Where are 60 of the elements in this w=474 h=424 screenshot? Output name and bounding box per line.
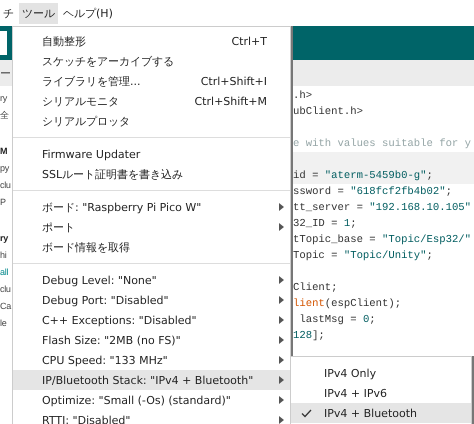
sidebar-text: 全 (0, 109, 9, 122)
submenu-arrow-icon (279, 296, 284, 304)
submenu-item[interactable]: IPv4 + IPv6 (291, 383, 471, 403)
menu-item[interactable]: ボード情報を取得 (13, 237, 290, 257)
code-line: 32_ID = 1; (293, 217, 358, 232)
sidebar-text: ry (0, 232, 8, 245)
sidebar-text: hi (0, 249, 6, 262)
code-line: tTopic_base = "Topic/Esp32/" (293, 233, 472, 248)
code-line: lastMsg = 0; (298, 313, 377, 328)
code-line: 128]; (293, 329, 326, 344)
menu-item[interactable]: Debug Level: "None" (13, 270, 290, 290)
menu-item[interactable]: 自動整形 Ctrl+T (13, 31, 290, 51)
sidebar-text: clu (0, 179, 11, 192)
code-line: e with values suitable for y (293, 137, 472, 152)
menu-item[interactable]: C++ Exceptions: "Disabled" (13, 310, 290, 330)
sidebar-text: py (0, 162, 9, 175)
logo-icon (0, 31, 7, 55)
submenu-item[interactable]: IPv4 Only (291, 363, 471, 383)
menu-item[interactable]: SSLルート証明書を書き込み (13, 164, 290, 184)
submenu-arrow-icon (279, 276, 284, 284)
sidebar-text: ry (0, 92, 7, 105)
toolbar-text: ー (0, 66, 11, 80)
code-line: Client; (293, 281, 339, 296)
menu-bar-item[interactable]: ツール (19, 2, 58, 24)
submenu-arrow-icon (279, 203, 284, 211)
menu-item[interactable]: CPU Speed: "133 MHz" (13, 350, 290, 370)
menu-item[interactable]: ボード: "Raspberry Pi Pico W" (13, 197, 290, 217)
sidebar-text: M (0, 145, 8, 158)
sidebar-text: clu (0, 283, 11, 296)
sidebar-text: all (0, 266, 8, 279)
menu-item[interactable]: RTTI: "Disabled" (13, 410, 290, 424)
code-line: .h> (293, 89, 314, 104)
menu-bar-item[interactable]: ヘルプ(H) (60, 2, 116, 24)
submenu-arrow-icon (279, 356, 284, 364)
submenu-arrow-icon (279, 223, 284, 231)
menu-item[interactable]: IP/Bluetooth Stack: "IPv4 + Bluetooth" (13, 370, 290, 390)
menu-item[interactable]: シリアルプロッタ (13, 111, 290, 131)
sidebar-text: le (0, 317, 6, 330)
submenu-arrow-icon (279, 376, 284, 384)
menu-item[interactable]: Debug Port: "Disabled" (13, 290, 290, 310)
menu-item[interactable]: Optimize: "Small (-Os) (standard)" (13, 390, 290, 410)
submenu-arrow-icon (279, 396, 284, 404)
code-line: ubClient.h> (293, 105, 364, 120)
menu-item[interactable]: ポート (13, 217, 290, 237)
sidebar-text: P (0, 196, 6, 209)
menu-item[interactable]: シリアルモニタ Ctrl+Shift+M (13, 91, 290, 111)
submenu-arrow-icon (279, 416, 284, 424)
code-line: lient(espClient); (293, 297, 402, 312)
code-line: ssword = "618fcf2fb4b02"; (293, 185, 453, 200)
code-line: Topic = "Topic/Unity"; (293, 249, 434, 264)
menu-item[interactable]: ライブラリを管理... Ctrl+Shift+I (13, 71, 290, 91)
menu-item[interactable]: Firmware Updater (13, 144, 290, 164)
menu-item[interactable]: Flash Size: "2MB (no FS)" (13, 330, 290, 350)
menu-item[interactable]: スケッチをアーカイブする (13, 51, 290, 71)
submenu-arrow-icon (279, 316, 284, 324)
submenu-arrow-icon (279, 336, 284, 344)
code-line: tt_server = "192.168.10.105" (293, 201, 472, 216)
sidebar-text: Ca (0, 300, 11, 313)
menu-bar-item[interactable]: チ (0, 2, 17, 24)
submenu-item[interactable]: IPv4 + Bluetooth (291, 403, 471, 423)
